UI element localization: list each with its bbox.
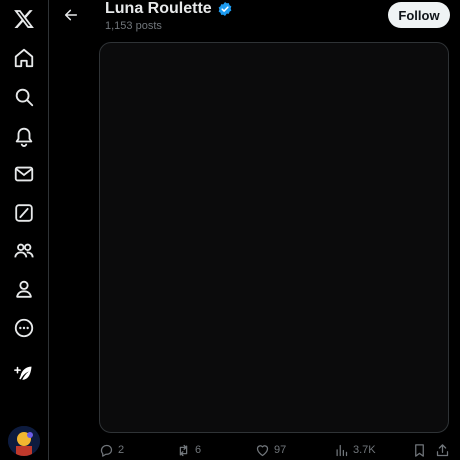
bookmark-button[interactable] [412,440,431,460]
like-heart-icon [256,444,269,456]
post-action-bar: 2 6 97 3.7K [99,440,455,460]
post-header: Luna Roulette 1,153 posts Follow [50,0,460,40]
notifications-bell-icon[interactable] [5,117,43,155]
repost-count: 6 [195,444,202,456]
messages-envelope-icon[interactable] [5,155,43,193]
compose-feather-icon [13,366,31,380]
back-button[interactable] [60,4,82,26]
follow-button[interactable]: Follow [388,2,450,28]
reply-count: 2 [118,444,125,456]
more-circle-icon[interactable] [5,309,43,347]
views-count: 3.7K [353,444,376,456]
profile-title-row: Luna Roulette [105,0,233,18]
bookmark-icon [415,443,424,457]
profile-icon[interactable] [5,270,43,308]
views-button[interactable]: 3.7K [334,440,376,460]
grok-icon[interactable] [5,194,43,232]
search-icon[interactable] [5,78,43,116]
repost-button[interactable]: 6 [176,440,201,460]
account-avatar[interactable] [8,426,40,456]
repost-icon [179,444,188,456]
post-media[interactable] [99,42,449,433]
like-button[interactable]: 97 [255,440,286,460]
compose-post-button[interactable] [4,354,44,394]
sidebar-nav [0,0,49,460]
like-count: 97 [274,444,287,456]
views-chart-icon [336,444,348,456]
share-button[interactable] [435,440,454,460]
reply-icon [100,444,113,457]
reply-button[interactable]: 2 [99,440,124,460]
verified-badge-icon [218,2,232,16]
share-icon [436,443,449,456]
post-count: 1,153 posts [105,20,162,32]
communities-icon[interactable] [5,232,43,270]
back-arrow-icon [64,9,78,21]
home-icon[interactable] [5,39,43,77]
profile-name: Luna Roulette [105,0,212,17]
x-logo-icon[interactable] [5,0,43,38]
